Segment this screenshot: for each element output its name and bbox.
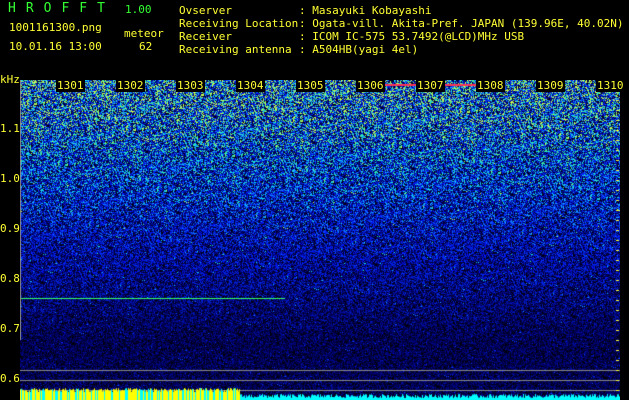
spectrogram (20, 80, 620, 400)
meteor-count: 62 (139, 40, 153, 53)
info-antenna: Receiving antenna : A504HB(yagi 4el) (179, 43, 418, 56)
time-label: 1301 (56, 79, 85, 92)
filename: 1001161300.png (9, 21, 102, 34)
freq-label: 0.7 (0, 322, 20, 335)
freq-unit-label: kHz (0, 73, 20, 86)
time-label: 1310 (596, 79, 625, 92)
info-value: : ICOM IC-575 53.7492(@LCD)MHz USB (299, 30, 525, 43)
meteor-label: meteor (124, 27, 164, 40)
info-receiver: Receiver : ICOM IC-575 53.7492(@LCD)MHz U… (179, 30, 524, 43)
app-title: HROFFT (8, 1, 115, 16)
freq-label: 1.1 (0, 122, 20, 135)
info-location: Receiving Location: Ogata-vill. Akita-Pr… (179, 17, 624, 30)
freq-label: 0.8 (0, 272, 20, 285)
freq-label: 0.6 (0, 372, 20, 385)
info-label: Receiver (179, 30, 232, 43)
freq-label: 1.0 (0, 172, 20, 185)
time-label: 1309 (536, 79, 565, 92)
app-version: 1.00 (125, 3, 152, 16)
info-value: : A504HB(yagi 4el) (299, 43, 419, 56)
info-label: Receiving antenna (179, 43, 292, 56)
time-label: 1307 (416, 79, 445, 92)
info-label: Receiving Location (179, 17, 299, 30)
info-label: Ovserver (179, 4, 232, 17)
time-label: 1306 (356, 79, 385, 92)
datetime: 10.01.16 13:00 (9, 40, 102, 53)
time-label: 1303 (176, 79, 205, 92)
time-label: 1308 (476, 79, 505, 92)
time-label: 1305 (296, 79, 325, 92)
freq-label: 0.9 (0, 222, 20, 235)
info-value: : Ogata-vill. Akita-Pref. JAPAN (139.96E… (299, 17, 624, 30)
time-label: 1304 (236, 79, 265, 92)
info-observer: Ovserver : Masayuki Kobayashi (179, 4, 431, 17)
info-value: : Masayuki Kobayashi (299, 4, 432, 17)
time-label: 1302 (116, 79, 145, 92)
